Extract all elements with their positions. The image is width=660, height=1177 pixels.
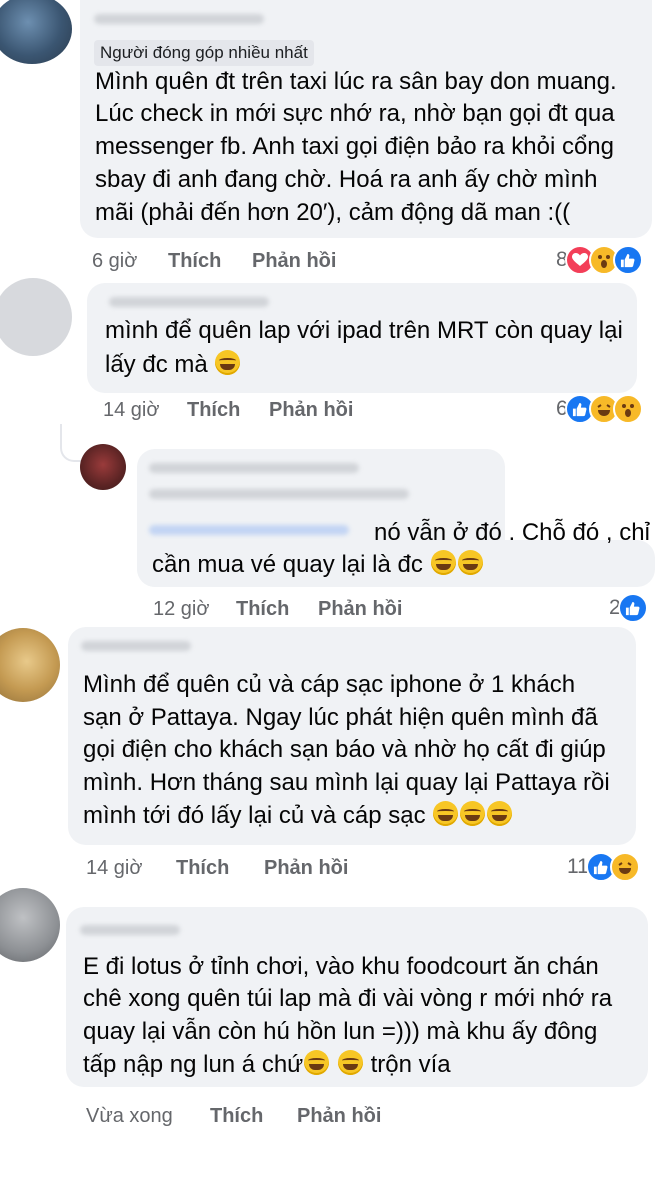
like-icon [617,593,648,623]
comment-bubble: E đi lotus ở tỉnh chơi, vào khu foodcour… [66,907,648,1087]
comment-text-line: quay lại vẫn còn hú hồn lun =))) mà khu … [83,1018,598,1045]
comment-text-line: chê xong quên túi lap mà đi vài vòng r m… [83,985,613,1012]
comment-text-line: sbay đi anh đang chờ. Hoá ra anh ấy chờ … [95,166,598,193]
author-meta [149,489,409,499]
top-contributor-badge: Người đóng góp nhiều nhất [94,40,314,66]
comment-text: cần mua vé quay lại là đc [152,551,423,578]
comment-time[interactable]: 12 giờ [153,598,209,621]
rofl-emoji-icon [304,1050,330,1075]
like-button[interactable]: Thích [168,250,221,273]
like-button[interactable]: Thích [210,1105,263,1128]
comment-text-line: Mình quên đt trên taxi lúc ra sân bay do… [95,68,617,95]
comment-bubble: Người đóng góp nhiều nhất Mình quên đt t… [80,0,652,238]
like-button[interactable]: Thích [176,857,229,880]
comment-text-line: tấp nập ng lun á chứ trộn vía [83,1049,451,1080]
comment-text-line: mãi (phải đến hơn 20′), cảm động dã man … [95,199,571,226]
comment-text-line: mình. Hơn tháng sau mình lại quay lại Pa… [83,769,610,796]
comment-text-line: lấy đc mà [105,349,241,380]
reply-button[interactable]: Phản hồi [297,1105,381,1128]
reaction-summary[interactable]: 2 [609,593,648,623]
comment-text-line: nó vẫn ở đó . Chỗ đó , chỉ [374,519,650,546]
comment-time[interactable]: 6 giờ [92,250,137,273]
rofl-emoji-icon [460,801,486,826]
rofl-emoji-icon [215,350,241,375]
rofl-emoji-icon [487,801,513,826]
like-icon [612,245,643,275]
like-button[interactable]: Thích [236,598,289,621]
reaction-summary[interactable]: 11 [567,852,640,882]
reply-button[interactable]: Phản hồi [269,399,353,422]
comment-text-line: messenger fb. Anh taxi gọi điện bảo ra k… [95,133,614,160]
comment-text-line: Lúc check in mới sực nhớ ra, nhờ bạn gọi… [95,100,615,127]
author-name[interactable] [109,297,269,307]
grin-sweat-emoji-icon [457,550,483,575]
author-name[interactable] [94,14,264,24]
reply-button[interactable]: Phản hồi [252,250,336,273]
author-name[interactable] [80,925,180,935]
reaction-summary[interactable]: 8 [556,245,643,275]
avatar[interactable] [80,444,126,490]
comment-text-line: mình để quên lap với ipad trên MRT còn q… [105,317,623,344]
comment-text-line: sạn ở Pattaya. Ngay lúc phát hiện quên m… [83,704,598,731]
comment-text-line: E đi lotus ở tỉnh chơi, vào khu foodcour… [83,953,599,980]
comment-text: tấp nập ng lun á chứ [83,1051,304,1078]
comment-text: trộn vía [370,1051,451,1078]
reaction-summary[interactable]: 6 [556,394,643,424]
author-name[interactable] [81,641,191,651]
like-button[interactable]: Thích [187,399,240,422]
comment-text-line: mình tới đó lấy lại củ và cáp sạc [83,800,513,831]
comment-text-line: cần mua vé quay lại là đc [152,549,484,580]
avatar[interactable] [0,628,60,702]
author-name[interactable] [149,463,359,473]
avatar[interactable] [0,888,60,962]
grin-sweat-emoji-icon [430,550,456,575]
avatar[interactable] [0,0,72,64]
comment-text-line: Mình để quên củ và cáp sạc iphone ở 1 kh… [83,671,576,698]
wow-icon [612,394,643,424]
haha-icon [609,852,640,882]
avatar[interactable] [0,278,72,356]
reply-button[interactable]: Phản hồi [264,857,348,880]
comment-time[interactable]: Vừa xong [86,1105,173,1128]
reply-button[interactable]: Phản hồi [318,598,402,621]
comment-text-line: gọi điện cho khách sạn báo và nhờ họ cất… [83,736,606,763]
comment-time[interactable]: 14 giờ [86,857,142,880]
comment-time[interactable]: 14 giờ [103,399,159,422]
comment-bubble: mình để quên lap với ipad trên MRT còn q… [87,283,637,393]
comment-text: lấy đc mà [105,351,208,378]
rofl-emoji-icon [337,1050,363,1075]
rofl-emoji-icon [433,801,459,826]
mentioned-user[interactable] [149,525,349,535]
reply-thread-line [60,424,82,462]
comment-bubble: Mình để quên củ và cáp sạc iphone ở 1 kh… [68,627,636,845]
comment-text: mình tới đó lấy lại củ và cáp sạc [83,802,426,829]
